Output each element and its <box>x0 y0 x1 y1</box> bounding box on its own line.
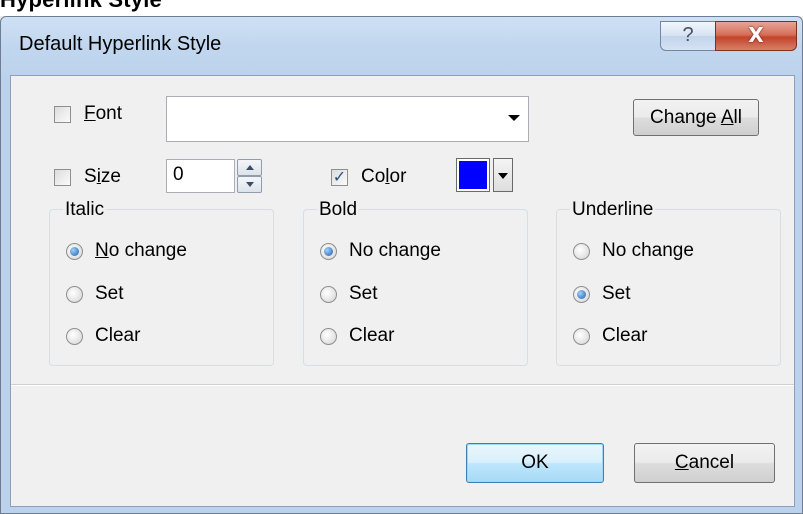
color-swatch[interactable] <box>456 158 490 192</box>
bold-clear-radio[interactable] <box>320 328 337 345</box>
radio-selected-dot <box>324 247 333 256</box>
chevron-down-icon <box>498 173 508 179</box>
italic-no-change-radio[interactable] <box>66 243 83 260</box>
arrow-up-icon <box>246 165 254 170</box>
spin-up-button[interactable] <box>237 159 262 176</box>
help-icon: ? <box>682 24 694 46</box>
size-label-pre: S <box>84 166 97 187</box>
color-label-post: or <box>389 166 407 187</box>
change-all-accel: A <box>720 107 734 128</box>
font-label-post: ont <box>95 103 123 124</box>
bold-no-change-radio[interactable] <box>320 243 337 260</box>
page-heading: Hyperlink Style <box>0 0 162 12</box>
color-dropdown-button[interactable] <box>493 158 513 192</box>
color-label: Color <box>361 166 406 188</box>
check-icon: ✓ <box>332 167 347 186</box>
help-button[interactable]: ? <box>660 21 716 51</box>
underline-clear-radio[interactable] <box>573 328 590 345</box>
font-checkbox[interactable] <box>54 106 71 123</box>
title-bar[interactable]: Default Hyperlink Style ? X <box>1 17 802 75</box>
color-label-pre: Co <box>361 166 386 187</box>
italic-no-change-accel: N <box>95 240 109 261</box>
color-checkbox[interactable]: ✓ <box>331 167 348 186</box>
color-swatch-fill <box>459 161 487 189</box>
italic-group-title: Italic <box>63 199 107 221</box>
bold-group-title: Bold <box>317 199 360 221</box>
arrow-down-icon <box>246 182 254 187</box>
bold-no-change-label: No change <box>349 240 441 261</box>
underline-set-label: Set <box>602 283 631 304</box>
cancel-button[interactable]: Cancel <box>634 443 775 483</box>
size-input[interactable]: 0 <box>166 159 235 193</box>
bold-set-radio[interactable] <box>320 286 337 303</box>
change-all-post: ll <box>733 107 742 128</box>
italic-clear-radio[interactable] <box>66 328 83 345</box>
dialog-frame: Default Hyperlink Style ? X Font Change … <box>0 16 803 514</box>
underline-no-change-pre: No chan <box>602 240 673 261</box>
close-icon: X <box>748 23 764 47</box>
underline-clear-label: Clear <box>602 325 648 346</box>
italic-clear-label: Clear <box>95 325 141 346</box>
italic-set-label: Set <box>95 283 124 304</box>
dialog-title: Default Hyperlink Style <box>19 33 222 55</box>
cancel-post: ancel <box>688 452 735 473</box>
underline-set-radio[interactable] <box>573 286 590 303</box>
size-spinner[interactable] <box>237 159 262 193</box>
cancel-accel: C <box>674 452 689 473</box>
bold-set-label: Set <box>349 283 378 304</box>
change-all-pre: Change <box>650 107 721 128</box>
italic-no-change-post: o change <box>108 240 187 261</box>
underline-group: Underline No change Set Clear <box>556 199 781 366</box>
underline-no-change-label: No change <box>602 240 694 262</box>
bold-clear-label: Clear <box>349 325 395 346</box>
spin-down-button[interactable] <box>237 176 262 193</box>
font-label-accel: F <box>84 103 96 124</box>
underline-no-change-accel: g <box>672 240 684 261</box>
chevron-down-icon <box>508 115 520 121</box>
underline-group-title: Underline <box>570 199 656 221</box>
bold-group: Bold No change Set Clear <box>303 199 528 366</box>
close-button[interactable]: X <box>715 21 797 51</box>
font-label: Font <box>84 103 122 125</box>
dialog-client-area: Font Change All Size 0 ✓ Color Italic No… <box>10 75 795 507</box>
italic-group: Italic No change Set Clear <box>49 199 274 366</box>
radio-selected-dot <box>70 247 79 256</box>
italic-set-radio[interactable] <box>66 286 83 303</box>
italic-no-change-label: No change <box>95 240 187 262</box>
change-all-button[interactable]: Change All <box>633 99 759 136</box>
size-label-post: ze <box>100 166 121 187</box>
separator <box>11 384 794 386</box>
size-value: 0 <box>173 164 184 185</box>
size-checkbox[interactable] <box>54 169 71 186</box>
font-combobox[interactable] <box>166 96 529 142</box>
radio-selected-dot <box>577 290 586 299</box>
default-hyperlink-style-dialog: Default Hyperlink Style ? X Font Change … <box>0 16 803 514</box>
size-label: Size <box>84 166 121 188</box>
ok-button[interactable]: OK <box>466 443 604 483</box>
underline-no-change-post: e <box>683 240 694 261</box>
underline-no-change-radio[interactable] <box>573 243 590 260</box>
